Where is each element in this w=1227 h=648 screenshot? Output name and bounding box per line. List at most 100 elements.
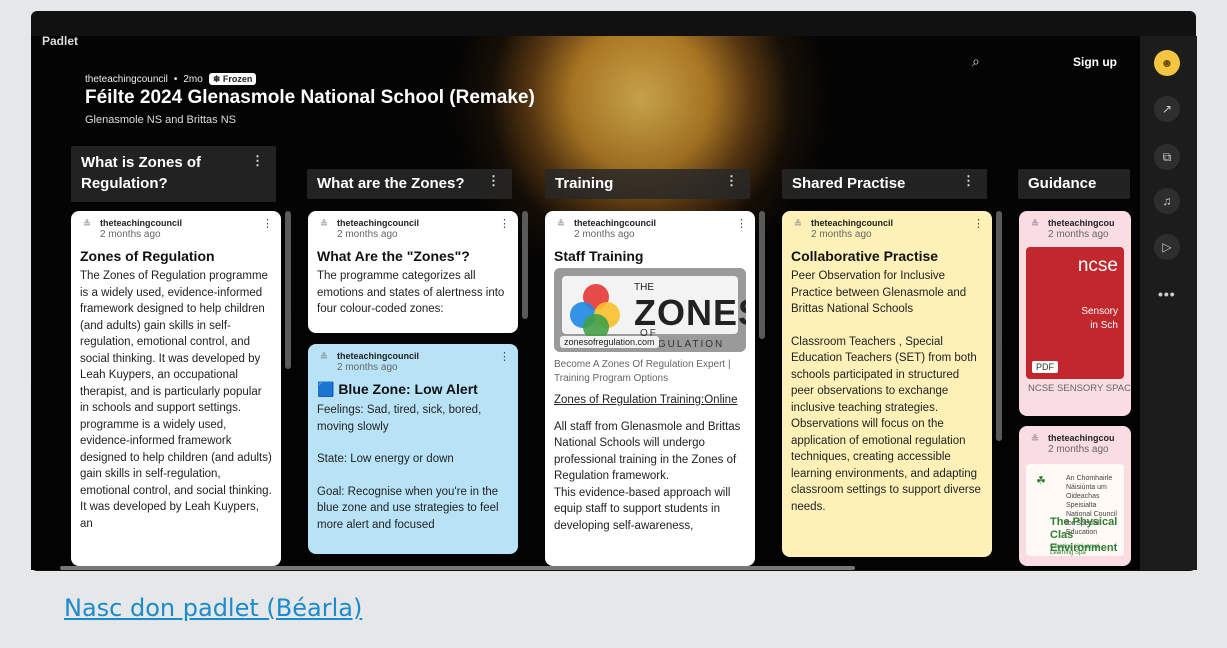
- play-icon[interactable]: ▷: [1154, 234, 1180, 260]
- bell-icon[interactable]: ♫: [1154, 188, 1180, 214]
- search-icon[interactable]: ⌕: [972, 53, 980, 70]
- author-name: theteachingcou: [1048, 218, 1115, 228]
- column-menu-icon[interactable]: ⋮: [962, 173, 975, 189]
- link-preview-image[interactable]: THE ZONES OF REGULATION zonesofregulatio…: [554, 268, 746, 352]
- column-menu-icon[interactable]: ⋮: [251, 150, 264, 171]
- column-header-guidance[interactable]: Guidance: [1018, 169, 1130, 199]
- author-name: theteachingcouncil: [811, 218, 894, 228]
- teaching-council-logo-icon: ≗: [556, 219, 566, 230]
- column-menu-icon[interactable]: ⋮: [487, 173, 500, 189]
- padlet-logo[interactable]: Padlet: [42, 34, 78, 48]
- post-line: Feelings: Sad, tired, sick, bored, movin…: [317, 404, 482, 433]
- document-thumbnail[interactable]: ☘ An Chomhairle Náisiúnta um Oideachas S…: [1026, 464, 1124, 556]
- post-author: ≗ theteachingcouncil 2 months ago: [791, 217, 983, 245]
- column-title: Guidance: [1028, 175, 1097, 192]
- zones-circles-icon: [570, 284, 622, 340]
- ncse-logo: ncse: [1077, 255, 1118, 276]
- post-title: Collaborative Practise: [791, 248, 939, 264]
- horizontal-scrollbar[interactable]: [60, 566, 855, 570]
- post-body: The Zones of Regulation programme is a w…: [80, 270, 272, 530]
- author-name: theteachingcouncil: [337, 351, 420, 361]
- teaching-council-logo-icon: ≗: [319, 219, 329, 230]
- frozen-badge: ❄ Frozen: [208, 73, 257, 85]
- post-author: ≗ theteachingcouncil 2 months ago: [317, 217, 509, 245]
- document-subtitle: Creating Universal Learning Spa: [1050, 544, 1100, 556]
- signup-button[interactable]: Sign up: [1073, 55, 1117, 69]
- teaching-council-logo-icon: ≗: [1030, 219, 1040, 230]
- teaching-council-logo-icon: ≗: [82, 219, 92, 230]
- training-link-text[interactable]: Zones of Regulation Training:: [554, 394, 704, 406]
- board-owner[interactable]: theteachingcouncil: [85, 74, 168, 85]
- training-link[interactable]: Zones of Regulation Training:Online: [554, 392, 746, 409]
- padlet-link[interactable]: Nasc don padlet (Béarla): [64, 594, 362, 622]
- pdf-cover-title: Sensory in Sch: [1081, 306, 1118, 331]
- column-scrollbar[interactable]: [759, 211, 765, 339]
- column-title: What is Zones of Regulation?: [81, 154, 201, 192]
- preview-domain: zonesofregulation.com: [560, 336, 659, 348]
- post-card-zones-of-regulation[interactable]: ≗ theteachingcouncil 2 months ago ⋮ Zones…: [71, 211, 281, 566]
- post-age: 2 months ago: [811, 229, 872, 240]
- post-author: ≗ theteachingcouncil 2 months ago: [80, 217, 272, 245]
- pdf-badge: PDF: [1032, 361, 1058, 373]
- column-title: Shared Practise: [792, 175, 906, 192]
- author-name: theteachingcou: [1048, 433, 1115, 443]
- column-scrollbar[interactable]: [522, 211, 528, 319]
- preview-description: Become A Zones Of Regulation Expert | Tr…: [554, 359, 731, 384]
- post-card-blue-zone[interactable]: ≗ theteachingcouncil 2 months ago ⋮ 🟦 Blu…: [308, 344, 518, 554]
- post-card-physical-classroom[interactable]: ≗ theteachingcou 2 months ago ☘ An Chomha…: [1019, 426, 1131, 566]
- post-card-staff-training[interactable]: ≗ theteachingcouncil 2 months ago ⋮ Staff…: [545, 211, 755, 566]
- column-menu-icon[interactable]: ⋮: [725, 173, 738, 189]
- column-header-what-is-zones[interactable]: What is Zones of Regulation? ⋮: [71, 146, 276, 202]
- post-menu-icon[interactable]: ⋮: [736, 217, 747, 230]
- post-author: ≗ theteachingcouncil 2 months ago: [317, 350, 509, 378]
- attachment-caption: NCSE SENSORY SPAC: [1028, 383, 1131, 394]
- column-header-training[interactable]: Training ⋮: [545, 169, 750, 199]
- column-scrollbar[interactable]: [285, 211, 291, 369]
- post-menu-icon[interactable]: ⋮: [262, 217, 273, 230]
- post-age: 2 months ago: [574, 229, 635, 240]
- post-age: 2 months ago: [337, 362, 398, 373]
- more-icon[interactable]: •••: [1158, 286, 1176, 302]
- post-body: All staff from Glenasmole and Brittas Na…: [554, 420, 741, 483]
- side-rail: ☻ ↗ ⧉ ♫ ▷ •••: [1140, 36, 1197, 570]
- post-menu-icon[interactable]: ⋮: [499, 217, 510, 230]
- post-card-ncse-sensory[interactable]: ≗ theteachingcou 2 months ago ncse Sensor…: [1019, 211, 1131, 416]
- board-age: 2mo: [183, 73, 203, 85]
- post-title: 🟦 Blue Zone: Low Alert: [317, 381, 478, 397]
- post-age: 2 months ago: [337, 229, 398, 240]
- column-title: Training: [555, 175, 614, 192]
- pdf-thumbnail[interactable]: ncse Sensory in Sch PDF: [1026, 247, 1124, 379]
- teaching-council-logo-icon: ≗: [793, 219, 803, 230]
- column-header-shared-practise[interactable]: Shared Practise ⋮: [782, 169, 987, 199]
- post-line: Goal: Recognise when you're in the blue …: [317, 485, 499, 531]
- column-scrollbar[interactable]: [996, 211, 1002, 441]
- author-name: theteachingcouncil: [337, 218, 420, 228]
- remake-icon[interactable]: ⧉: [1154, 144, 1180, 170]
- post-author: ≗ theteachingcouncil 2 months ago: [554, 217, 746, 245]
- post-body: The programme categorizes all emotions a…: [317, 270, 505, 315]
- zones-of-regulation-logo: THE ZONES OF REGULATION: [562, 276, 746, 350]
- post-menu-icon[interactable]: ⋮: [499, 350, 510, 363]
- ncse-crest-icon: ☘: [1036, 475, 1046, 487]
- post-line: State: Low energy or down: [317, 453, 454, 465]
- post-body-continued: This evidence-based approach will equip …: [554, 486, 731, 532]
- column-title: What are the Zones?: [317, 175, 465, 192]
- post-line: Classroom Teachers , Special Education T…: [791, 335, 981, 513]
- teaching-council-logo-icon: ≗: [1030, 434, 1040, 445]
- post-line: Peer Observation for Inclusive Practice …: [791, 270, 967, 315]
- post-author: ≗ theteachingcou 2 months ago: [1028, 217, 1122, 245]
- column-header-what-are-zones[interactable]: What are the Zones? ⋮: [307, 169, 512, 199]
- post-menu-icon[interactable]: ⋮: [973, 217, 984, 230]
- author-name: theteachingcouncil: [100, 218, 183, 228]
- board-subtitle: Glenasmole NS and Brittas NS: [85, 114, 237, 126]
- share-icon[interactable]: ↗: [1154, 96, 1180, 122]
- post-card-collaborative-practise[interactable]: ≗ theteachingcouncil 2 months ago ⋮ Colla…: [782, 211, 992, 557]
- post-title: What Are the "Zones"?: [317, 248, 470, 264]
- author-name: theteachingcouncil: [574, 218, 657, 228]
- post-age: 2 months ago: [1048, 444, 1109, 455]
- post-card-what-are-zones[interactable]: ≗ theteachingcouncil 2 months ago ⋮ What …: [308, 211, 518, 333]
- avatar-icon[interactable]: ☻: [1154, 50, 1180, 76]
- post-title: Zones of Regulation: [80, 248, 215, 264]
- post-author: ≗ theteachingcou 2 months ago: [1028, 432, 1122, 460]
- teaching-council-logo-icon: ≗: [319, 352, 329, 363]
